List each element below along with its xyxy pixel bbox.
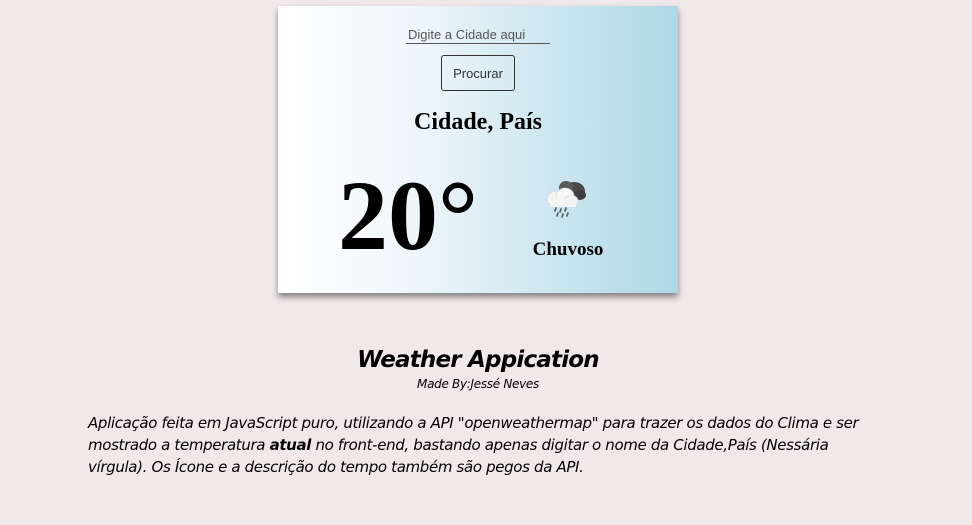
temperature-value: 20° — [338, 160, 478, 271]
search-button[interactable]: Procurar — [441, 55, 515, 91]
description-emphasis: atual — [269, 436, 312, 454]
app-title: Weather Appication — [357, 347, 600, 373]
rain-cloud-icon — [546, 181, 586, 218]
weather-description: Chuvoso — [532, 239, 604, 260]
app-description: Aplicação feita em JavaScript puro, util… — [88, 412, 868, 478]
city-search-input[interactable] — [406, 26, 550, 44]
weather-card: Procurar Cidade, País 20° Chuvoso — [278, 6, 678, 293]
author-credit: Made By:Jessé Neves — [417, 377, 539, 391]
location-label: Cidade, País — [413, 109, 542, 135]
